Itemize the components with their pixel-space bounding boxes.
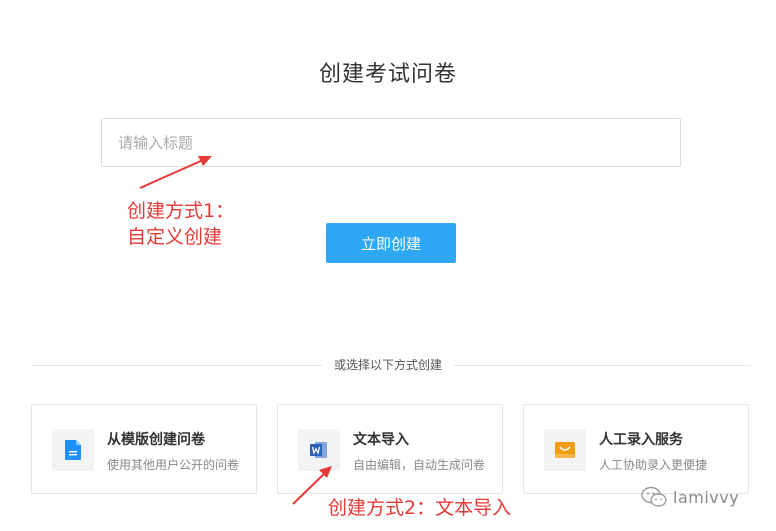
annotation-method-1-line-2: 自定义创建: [127, 226, 223, 248]
card-title: 从模版创建问卷: [107, 432, 205, 448]
card-icon-box: [298, 429, 340, 471]
card-manual-entry-service[interactable]: 人工录入服务 人工协助录入更便捷: [523, 404, 749, 494]
card-icon-box: [544, 429, 586, 471]
create-now-button[interactable]: 立即创建: [326, 223, 456, 263]
annotation-method-1: 创建方式1： 自定义创建: [127, 198, 234, 250]
card-description: 自由编辑，自动生成问卷: [353, 458, 486, 472]
divider-label-text: 或选择以下方式创建: [321, 358, 454, 372]
card-description: 人工协助录入更便捷: [599, 458, 708, 472]
service-icon: [555, 442, 575, 458]
title-input[interactable]: [101, 118, 681, 167]
card-description: 使用其他用户公开的问卷: [107, 458, 240, 472]
divider-label: 或选择以下方式创建: [0, 357, 776, 373]
document-icon: [65, 440, 81, 460]
watermark-text: lamivvy: [673, 487, 740, 507]
word-icon: [310, 442, 327, 458]
card-title: 文本导入: [353, 432, 409, 448]
annotation-method-1-line-1: 创建方式1：: [127, 200, 235, 222]
card-create-from-template[interactable]: 从模版创建问卷 使用其他用户公开的问卷: [31, 404, 257, 494]
card-icon-box: [52, 429, 94, 471]
card-title: 人工录入服务: [599, 432, 683, 448]
wechat-icon: [641, 486, 667, 507]
card-text-import[interactable]: 文本导入 自由编辑，自动生成问卷: [277, 404, 503, 494]
create-questionnaire-page: 创建考试问卷 创建方式1： 自定义创建 立即创建 或选择以下方式创建 从模版创建…: [0, 0, 776, 531]
annotation-method-2: 创建方式2：文本导入: [328, 497, 512, 519]
page-title: 创建考试问卷: [318, 62, 457, 87]
watermark: lamivvy: [641, 484, 761, 510]
